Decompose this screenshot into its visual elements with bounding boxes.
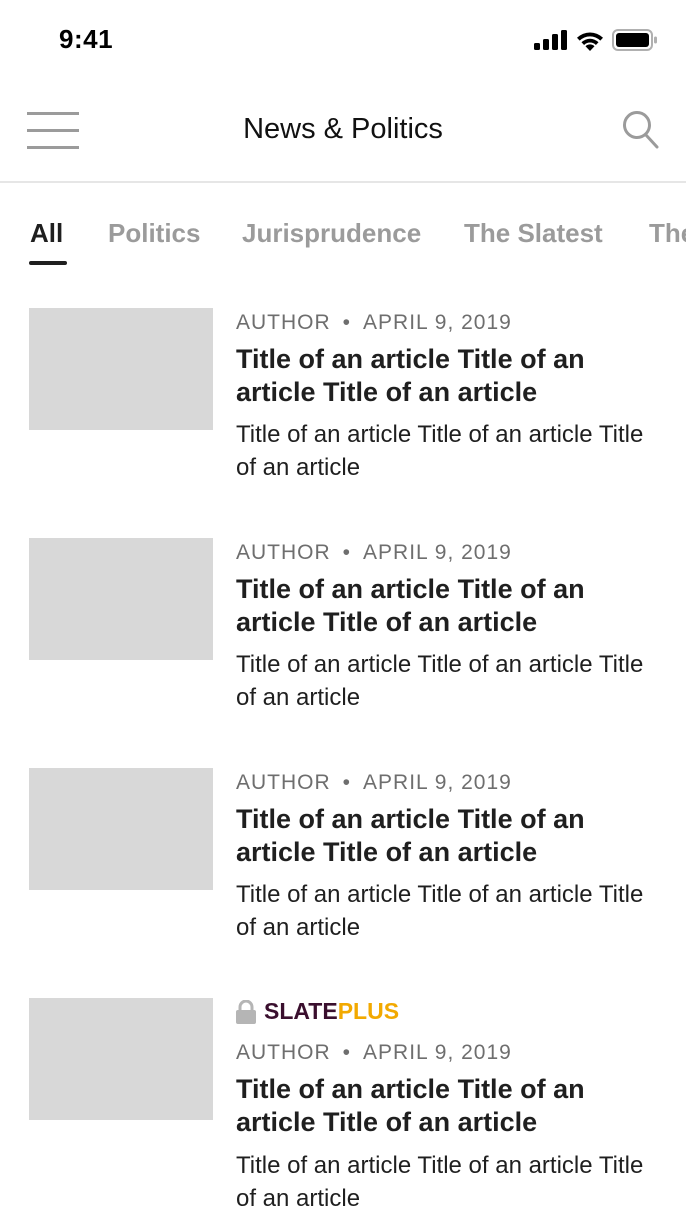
- status-time: 9:41: [59, 24, 114, 54]
- article-meta: AUTHOR • APRIL 9, 2019: [236, 1041, 512, 1065]
- page-title: News & Politics: [243, 113, 443, 145]
- article-title[interactable]: Title of an article Title of an article …: [236, 803, 656, 869]
- meta-separator: •: [342, 541, 352, 564]
- lock-icon: [236, 999, 256, 1024]
- tab-jurisprudence[interactable]: Jurisprudence: [242, 218, 421, 249]
- category-tabs: All Politics Jurisprudence The Slatest T…: [0, 212, 686, 272]
- nav-bar: News & Politics: [0, 80, 686, 183]
- article-date: APRIL 9, 2019: [363, 541, 512, 564]
- article-meta: AUTHOR • APRIL 9, 2019: [236, 771, 512, 795]
- article-meta: AUTHOR • APRIL 9, 2019: [236, 541, 512, 565]
- plus-brand-text: PLUS: [337, 998, 400, 1024]
- article-description: Title of an article Title of an article …: [236, 651, 644, 711]
- article-thumbnail[interactable]: [29, 538, 213, 660]
- slate-brand-text: SLATE: [264, 998, 338, 1024]
- tab-the-slatest[interactable]: The Slatest: [464, 218, 603, 249]
- meta-separator: •: [342, 1041, 352, 1064]
- article-thumbnail[interactable]: [29, 768, 213, 890]
- tab-all[interactable]: All: [30, 218, 63, 249]
- wifi-icon: [577, 31, 603, 51]
- article-description: Title of an article Title of an article …: [236, 1152, 644, 1212]
- tab-politics[interactable]: Politics: [108, 218, 200, 249]
- article-description: Title of an article Title of an article …: [236, 421, 644, 481]
- tab-the-partial[interactable]: The: [649, 218, 686, 249]
- article-title[interactable]: Title of an article Title of an article …: [236, 1073, 656, 1139]
- article-author: AUTHOR: [236, 311, 331, 334]
- signal-icon: [534, 30, 567, 50]
- article-thumbnail[interactable]: [29, 308, 213, 430]
- article-author: AUTHOR: [236, 1041, 331, 1064]
- article-title[interactable]: Title of an article Title of an article …: [236, 343, 656, 409]
- article-author: AUTHOR: [236, 541, 331, 564]
- article-thumbnail[interactable]: [29, 998, 213, 1120]
- status-bar: 9:41: [0, 0, 686, 80]
- article-meta: AUTHOR • APRIL 9, 2019: [236, 311, 512, 335]
- meta-separator: •: [342, 771, 352, 794]
- article-description: Title of an article Title of an article …: [236, 881, 644, 941]
- meta-separator: •: [342, 311, 352, 334]
- active-tab-indicator: [29, 261, 67, 265]
- article-title[interactable]: Title of an article Title of an article …: [236, 573, 656, 639]
- article-date: APRIL 9, 2019: [363, 771, 512, 794]
- article-date: APRIL 9, 2019: [363, 1041, 512, 1064]
- article-date: APRIL 9, 2019: [363, 311, 512, 334]
- battery-icon: [612, 29, 657, 51]
- article-author: AUTHOR: [236, 771, 331, 794]
- search-icon[interactable]: [622, 110, 660, 150]
- slate-plus-badge: SLATEPLUS: [236, 998, 399, 1025]
- status-icons: [534, 29, 658, 51]
